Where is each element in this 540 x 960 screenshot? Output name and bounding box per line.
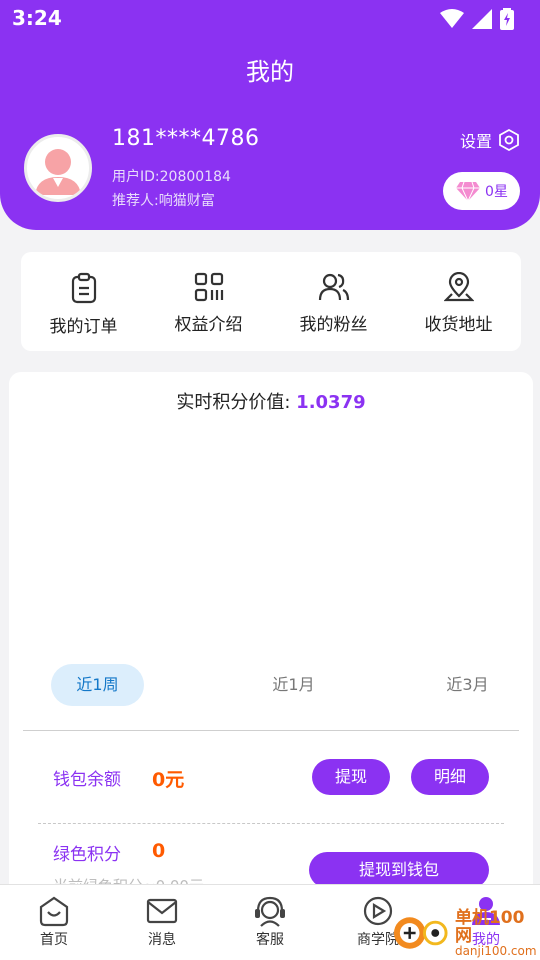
quick-link-address[interactable]: 收货地址 [396,252,521,351]
profile-header: 3:24 我的 181****4786 用户ID:20800184 推荐人:响猫… [0,0,540,230]
dashed-divider [38,823,504,824]
referrer: 推荐人:响猫财富 [112,193,215,209]
battery-icon [500,8,514,30]
quick-link-label: 权益介绍 [174,315,243,335]
page-title: 我的 [246,58,294,86]
nav-label: 首页 [40,932,68,948]
quick-links-card: 我的订单 权益介绍 我的粉丝 收货地址 [21,252,521,351]
clipboard-icon [71,272,96,304]
green-points-value: 0 [152,840,166,862]
hexagon-gear-icon [499,129,519,151]
nav-label: 客服 [256,932,284,948]
points-header: 实时积分价值: 1.0379 [9,388,533,414]
play-circle-icon [363,896,393,926]
avatar[interactable] [24,134,92,202]
withdraw-button[interactable]: 提现 [312,759,390,795]
green-points-label: 绿色积分 [53,845,121,865]
status-time: 3:24 [12,6,62,30]
watermark-text-block: 单机100网 danji100.com [455,909,540,958]
quick-link-label: 我的订单 [49,317,118,337]
withdraw-to-wallet-button[interactable]: 提现到钱包 [309,852,489,888]
user-phone: 181****4786 [112,126,260,151]
diamond-icon [456,181,481,202]
tab-1-month[interactable]: 近1月 [247,664,340,706]
status-bar: 3:24 [0,0,540,36]
stars-badge[interactable]: 0星 [443,172,520,210]
watermark-text: 单机100网 [454,907,525,946]
nav-home[interactable]: 首页 [0,885,108,960]
avatar-person-icon [35,149,81,195]
details-button[interactable]: 明细 [411,759,489,795]
tab-1-week[interactable]: 近1周 [51,664,144,706]
wallet-balance-value: 0元 [152,769,185,791]
nav-customer-service[interactable]: 客服 [216,885,324,960]
quick-link-fans[interactable]: 我的粉丝 [271,252,396,351]
quick-link-label: 我的粉丝 [299,315,368,335]
settings-button[interactable]: 设置 [460,128,520,152]
divider [23,730,519,731]
wifi-icon [440,9,464,28]
nav-messages[interactable]: 消息 [108,885,216,960]
points-value: 1.0379 [296,392,366,413]
watermark-subtext: danji100.com [454,943,537,958]
settings-label: 设置 [459,132,492,151]
home-icon [39,896,69,927]
quick-link-label: 收货地址 [424,315,493,335]
mail-icon [146,898,178,924]
grid-icon [194,272,223,302]
stars-label: 0星 [485,184,508,200]
headset-icon [255,896,285,927]
users-icon [318,273,349,301]
signal-icon [472,9,492,29]
location-pin-icon [443,272,474,302]
points-card: 实时积分价值: 1.0379 近1周 近1月 近3月 钱包余额 0元 提现 明细… [9,372,533,960]
user-id: 用户ID:20800184 [112,169,231,185]
points-chart-area [29,420,513,648]
tab-3-months[interactable]: 近3月 [421,664,514,706]
watermark: 单机100网 danji100.com [392,909,540,957]
watermark-logo-icon [393,917,448,949]
nav-label: 消息 [148,932,176,948]
quick-link-benefits[interactable]: 权益介绍 [146,252,271,351]
wallet-balance-label: 钱包余额 [53,770,121,790]
quick-link-orders[interactable]: 我的订单 [21,252,146,351]
points-label: 实时积分价值: [176,392,291,413]
status-icons [440,8,514,30]
